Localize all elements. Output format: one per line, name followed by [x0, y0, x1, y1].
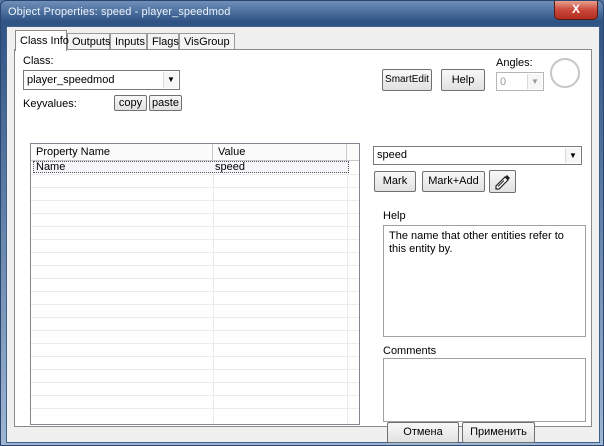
grid-line: [31, 278, 359, 279]
column-header-filler: [347, 144, 359, 160]
grid-line: [31, 330, 359, 331]
row-property-name: Name: [36, 161, 66, 173]
tab-label: VisGroup: [184, 36, 230, 48]
class-label: Class:: [23, 55, 54, 67]
value-combo-text[interactable]: speed: [377, 149, 407, 161]
column-header-value[interactable]: Value: [213, 144, 347, 160]
class-info-panel: Class: player_speedmod ▼ Keyvalues: copy…: [14, 49, 592, 427]
comments-label: Comments: [383, 345, 437, 357]
grid-line: [31, 226, 359, 227]
angle-dial[interactable]: [550, 58, 580, 88]
grid-line: [31, 213, 359, 214]
keyvalues-label: Keyvalues:: [23, 98, 77, 110]
close-button[interactable]: X: [554, 1, 598, 20]
tab-label: Outputs: [72, 36, 111, 48]
copy-button[interactable]: copy: [114, 95, 147, 111]
chevron-down-icon[interactable]: ▼: [163, 72, 178, 88]
grid-line: [31, 343, 359, 344]
angles-value: 0: [500, 76, 507, 88]
grid-line: [31, 317, 359, 318]
tab-class-info[interactable]: Class Info: [15, 30, 69, 51]
angles-dropdown[interactable]: 0 ▼: [496, 72, 544, 91]
dialog-client-area: Class Info Outputs Inputs Flags VisGroup…: [6, 26, 600, 443]
class-dropdown[interactable]: player_speedmod ▼: [23, 70, 180, 90]
help-button[interactable]: Help: [441, 69, 485, 91]
grid-line: [31, 382, 359, 383]
tab-outputs[interactable]: Outputs: [67, 33, 111, 50]
eyedropper-icon: [495, 175, 510, 190]
class-value: player_speedmod: [27, 74, 115, 86]
grid-line: [31, 291, 359, 292]
mark-button[interactable]: Mark: [374, 171, 416, 192]
smartedit-button[interactable]: SmartEdit: [382, 69, 432, 91]
grid-line: [31, 174, 359, 175]
object-properties-window: Object Properties: speed - player_speedm…: [0, 0, 604, 446]
close-icon: X: [571, 2, 580, 16]
grid-line: [31, 239, 359, 240]
eyedropper-button[interactable]: [489, 170, 516, 193]
grid-line: [31, 395, 359, 396]
tab-flags[interactable]: Flags: [147, 33, 179, 50]
help-text-box: The name that other entities refer to th…: [383, 225, 586, 337]
tab-visgroup[interactable]: VisGroup: [179, 33, 235, 50]
grid-line: [31, 408, 359, 409]
mark-add-button[interactable]: Mark+Add: [422, 171, 485, 192]
apply-button[interactable]: Применить: [462, 422, 535, 443]
grid-line: [31, 265, 359, 266]
column-header-property-name[interactable]: Property Name: [31, 144, 213, 160]
table-row[interactable]: Name speed: [33, 161, 349, 173]
angles-label: Angles:: [496, 57, 533, 69]
row-value: speed: [215, 161, 245, 173]
help-group-label: Help: [383, 210, 406, 222]
grid-line: [31, 369, 359, 370]
tab-label: Class Info: [20, 35, 69, 47]
value-combo[interactable]: speed ▼: [373, 146, 582, 165]
tab-label: Flags: [152, 36, 179, 48]
tab-label: Inputs: [115, 36, 145, 48]
chevron-down-icon[interactable]: ▼: [527, 74, 542, 89]
title-bar[interactable]: Object Properties: speed - player_speedm…: [1, 1, 603, 25]
tab-inputs[interactable]: Inputs: [110, 33, 147, 50]
grid-line: [31, 356, 359, 357]
keyvalue-table[interactable]: Property Name Value Name speed: [30, 143, 360, 425]
grid-line: [31, 187, 359, 188]
grid-line: [31, 200, 359, 201]
window-title: Object Properties: speed - player_speedm…: [8, 6, 231, 18]
cancel-button[interactable]: Отмена: [387, 422, 459, 443]
chevron-down-icon[interactable]: ▼: [565, 148, 580, 163]
table-header: Property Name Value: [31, 144, 359, 161]
help-text: The name that other entities refer to th…: [389, 230, 564, 255]
grid-line: [31, 252, 359, 253]
paste-button[interactable]: paste: [149, 95, 182, 111]
comments-textarea[interactable]: [383, 358, 586, 422]
grid-line: [31, 304, 359, 305]
